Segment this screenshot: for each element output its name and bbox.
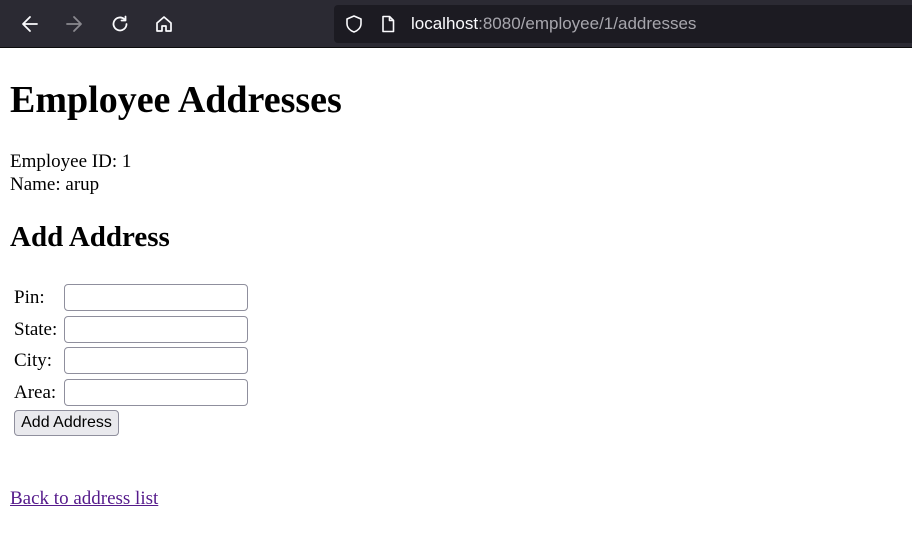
add-address-button[interactable]: Add Address: [14, 410, 119, 436]
back-arrow-icon: [22, 16, 38, 32]
reload-button[interactable]: [104, 8, 136, 40]
employee-name-text: Name: arup: [10, 174, 100, 195]
page-title: Employee Addresses: [10, 79, 342, 121]
url-text[interactable]: localhost:8080/employee/1/addresses: [411, 14, 696, 34]
home-button[interactable]: [148, 8, 180, 40]
form-heading: Add Address: [10, 221, 170, 253]
area-input[interactable]: [64, 379, 248, 406]
area-label: Area:: [14, 382, 57, 403]
page-icon[interactable]: [378, 14, 398, 34]
back-to-address-list-link[interactable]: Back to address list: [10, 487, 158, 510]
url-bar[interactable]: localhost:8080/employee/1/addresses: [334, 5, 912, 43]
state-input[interactable]: [64, 316, 248, 343]
pin-label: Pin:: [14, 287, 45, 308]
browser-toolbar: localhost:8080/employee/1/addresses: [0, 0, 912, 48]
home-icon: [156, 16, 172, 32]
shield-icon[interactable]: [344, 14, 364, 34]
forward-button[interactable]: [58, 8, 90, 40]
state-label: State:: [14, 319, 58, 340]
pin-input[interactable]: [64, 284, 248, 311]
employee-id-text: Employee ID: 1: [10, 151, 132, 172]
url-path: :8080/employee/1/addresses: [478, 14, 697, 33]
reload-icon: [112, 15, 128, 32]
url-host: localhost: [411, 14, 479, 33]
city-input[interactable]: [64, 347, 248, 374]
forward-arrow-icon: [66, 16, 82, 32]
back-button[interactable]: [14, 8, 46, 40]
city-label: City:: [14, 350, 53, 371]
page-content: Employee Addresses Employee ID: 1 Name: …: [0, 48, 912, 560]
